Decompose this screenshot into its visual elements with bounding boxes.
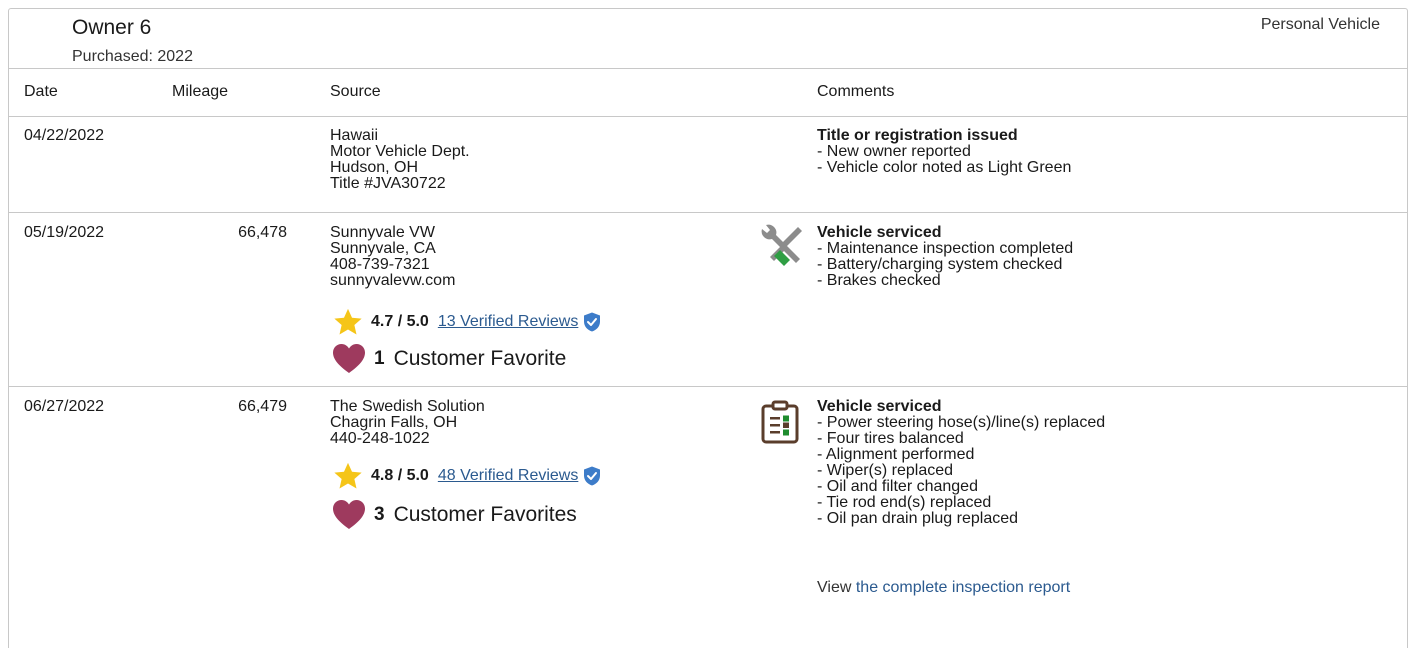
customer-favorite: 1 Customer Favorite [332,342,566,376]
comment-line: - Wiper(s) replaced [817,462,954,479]
column-header-date: Date [24,83,58,100]
header-divider [8,68,1408,69]
record-date: 05/19/2022 [24,224,105,241]
column-header-mileage: Mileage [172,83,229,100]
verified-reviews-link[interactable]: 13 Verified Reviews [438,313,579,331]
record-date: 06/27/2022 [24,398,105,415]
column-header-source: Source [330,83,381,100]
column-header-comments: Comments [817,83,895,100]
comment-line: - Battery/charging system checked [817,256,1063,273]
comment-title: Vehicle serviced [817,224,942,241]
comment-line: - Alignment performed [817,446,975,463]
comment-title: Title or registration issued [817,127,1018,144]
row-divider [8,386,1408,387]
owner-history-card [8,8,1408,648]
favorites-label: Customer Favorites [393,503,577,526]
comment-line: - Oil pan drain plug replaced [817,510,1019,527]
comment-line: - Maintenance inspection completed [817,240,1074,257]
source-line: Chagrin Falls, OH [330,414,458,431]
comment-line: - Tie rod end(s) replaced [817,494,992,511]
source-line: The Swedish Solution [330,398,485,415]
row-divider [8,212,1408,213]
wrench-screwdriver-icon [761,224,802,266]
record-comments: Title or registration issued - New owner… [817,128,1071,176]
clipboard-checklist-icon [761,400,799,444]
comment-line: - Power steering hose(s)/line(s) replace… [817,414,1106,431]
report-prefix: View [817,579,852,596]
comment-line: - Vehicle color noted as Light Green [817,159,1072,176]
record-source: Hawaii Motor Vehicle Dept. Hudson, OH Ti… [330,128,470,192]
source-line: sunnyvalevw.com [330,272,456,289]
source-line: Motor Vehicle Dept. [330,143,470,160]
verified-reviews-link[interactable]: 48 Verified Reviews [438,467,579,485]
comment-line: - Four tires balanced [817,430,964,447]
source-line: Sunnyvale, CA [330,240,436,257]
comment-line: - New owner reported [817,143,971,160]
record-mileage: 66,478 [238,224,287,241]
vehicle-type-label: Personal Vehicle [1260,16,1380,33]
rating-score: 4.8 / 5.0 [371,467,429,484]
inspection-report-row: View the complete inspection report [817,579,1070,597]
inspection-report-link[interactable]: the complete inspection report [856,579,1070,596]
favorites-count: 1 [374,348,385,369]
record-source: Sunnyvale VW Sunnyvale, CA 408-739-7321 … [330,225,455,289]
heart-icon [333,500,365,529]
comment-line: - Brakes checked [817,272,941,289]
verified-shield-icon [584,466,601,486]
record-date: 04/22/2022 [24,127,105,144]
source-line: Hawaii [330,127,379,144]
record-source: The Swedish Solution Chagrin Falls, OH 4… [330,399,485,447]
source-line: 440-248-1022 [330,430,430,447]
verified-shield-icon [584,312,601,332]
record-comments: Vehicle serviced - Power steering hose(s… [817,399,1105,527]
comment-title: Vehicle serviced [817,398,942,415]
purchased-year: Purchased: 2022 [72,48,193,65]
source-line: Title #JVA30722 [330,175,446,192]
shop-rating: 4.8 / 5.0 48 Verified Reviews [333,461,601,491]
record-comments: Vehicle serviced - Maintenance inspectio… [817,225,1073,289]
favorites-count: 3 [374,504,385,525]
star-icon [334,308,362,335]
shop-rating: 4.7 / 5.0 13 Verified Reviews [333,307,601,337]
source-line: Hudson, OH [330,159,419,176]
column-header-divider [8,116,1408,117]
record-mileage: 66,479 [238,398,287,415]
source-line: 408-739-7321 [330,256,430,273]
star-icon [334,462,362,489]
comment-line: - Oil and filter changed [817,478,978,495]
owner-title: Owner 6 [72,16,152,39]
rating-score: 4.7 / 5.0 [371,313,429,330]
customer-favorite: 3 Customer Favorites [332,498,577,532]
heart-icon [333,344,365,373]
source-line: Sunnyvale VW [330,224,435,241]
favorites-label: Customer Favorite [393,347,567,370]
